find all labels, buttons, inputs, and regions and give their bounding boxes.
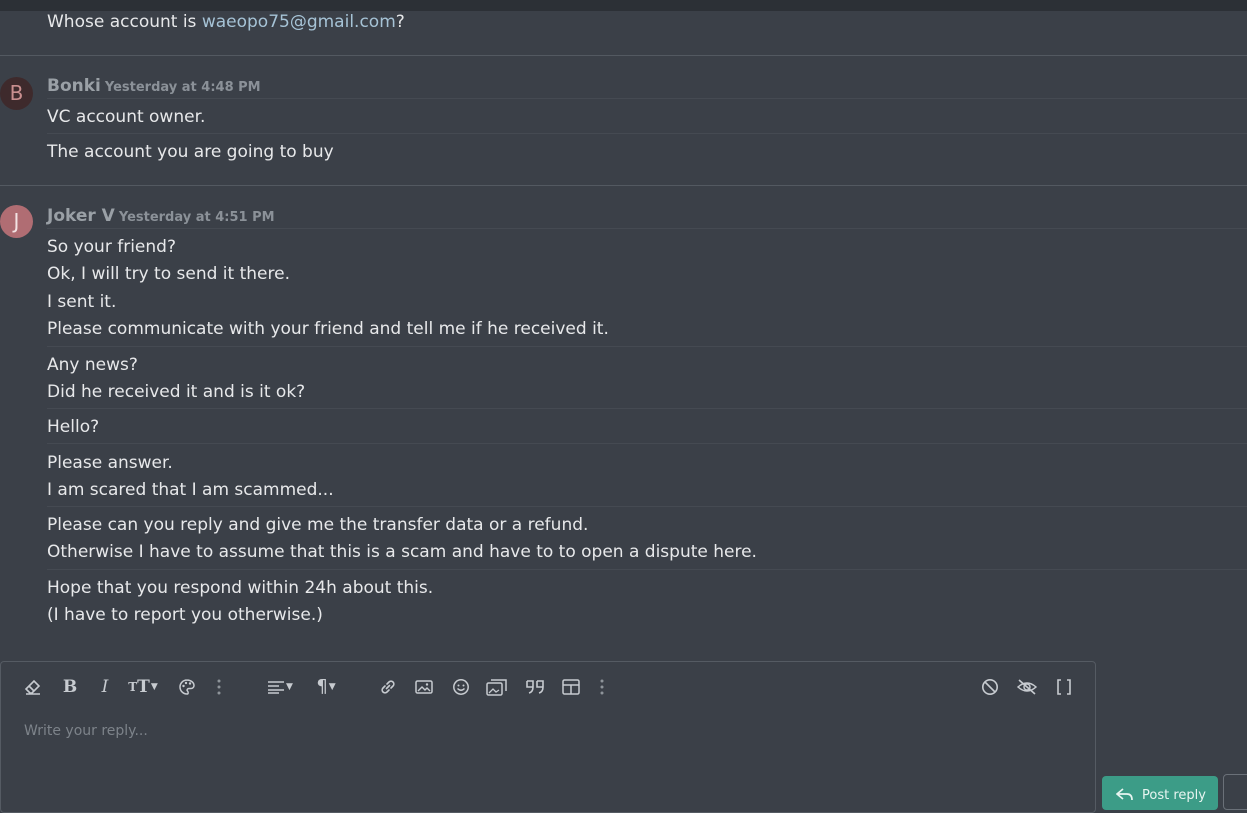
message-line: (I have to report you otherwise.) (47, 605, 323, 625)
top-bar (0, 0, 1247, 11)
brackets-icon[interactable] (1053, 676, 1075, 698)
text-size-icon[interactable]: T T ▼ (126, 676, 160, 698)
divider (47, 133, 1247, 134)
reply-editor[interactable] (0, 661, 1096, 813)
message-line: Ok, I will try to send it there. (47, 264, 290, 284)
post-reply-label: Post reply (1142, 788, 1206, 803)
message-line: Whose account is waeopo75@gmail.com? (47, 12, 405, 32)
message-line: Please answer. (47, 453, 173, 473)
palette-icon[interactable] (176, 676, 198, 698)
media-icon[interactable] (485, 676, 509, 698)
paragraph-icon[interactable]: ¶ ▼ (309, 676, 343, 698)
email-link[interactable]: waeopo75@gmail.com (202, 12, 396, 32)
bold-icon[interactable]: B (60, 676, 80, 698)
divider (47, 506, 1247, 507)
message-line: Any news? (47, 355, 138, 375)
author-name[interactable]: Joker V (47, 206, 115, 226)
chevron-down-icon: ▼ (328, 682, 336, 692)
chevron-down-icon: ▼ (150, 682, 158, 692)
message-line: VC account owner. (47, 107, 206, 127)
chevron-down-icon: ▼ (286, 682, 293, 692)
align-icon[interactable]: ▼ (263, 676, 297, 698)
post-timestamp[interactable]: Yesterday at 4:51 PM (119, 210, 275, 225)
post-header: Bonki Yesterday at 4:48 PM (47, 76, 261, 96)
more-icon[interactable] (595, 676, 609, 698)
italic-icon[interactable]: I (95, 676, 115, 698)
divider (47, 408, 1247, 409)
message-line: I am scared that I am scammed... (47, 480, 334, 500)
table-icon[interactable] (560, 676, 582, 698)
reply-input[interactable]: Write your reply... (24, 723, 148, 739)
more-options-button[interactable] (1223, 774, 1247, 810)
avatar[interactable]: B (0, 77, 33, 110)
divider (47, 98, 1247, 99)
post-divider (0, 185, 1247, 186)
avatar[interactable]: J (0, 205, 33, 238)
divider (47, 443, 1247, 444)
divider (47, 228, 1247, 229)
message-line: Did he received it and is it ok? (47, 382, 306, 402)
message-line: The account you are going to buy (47, 142, 334, 162)
reply-icon (1115, 788, 1134, 806)
image-icon[interactable] (413, 676, 435, 698)
message-line: Please communicate with your friend and … (47, 319, 609, 339)
post-timestamp[interactable]: Yesterday at 4:48 PM (105, 80, 261, 95)
post-header: Joker V Yesterday at 4:51 PM (47, 206, 275, 226)
divider (47, 569, 1247, 570)
message-line: Hope that you respond within 24h about t… (47, 578, 434, 598)
message-line: So your friend? (47, 237, 176, 257)
hide-icon[interactable] (1015, 676, 1039, 698)
message-line: Please can you reply and give me the tra… (47, 515, 589, 535)
quote-icon[interactable] (523, 676, 547, 698)
post-divider (0, 55, 1247, 56)
message-line: I sent it. (47, 292, 117, 312)
message-line: Otherwise I have to assume that this is … (47, 542, 757, 562)
eraser-icon[interactable] (22, 676, 44, 698)
message-line: Hello? (47, 417, 100, 437)
cancel-icon[interactable] (979, 676, 1001, 698)
post-reply-button[interactable]: Post reply (1102, 776, 1218, 810)
author-name[interactable]: Bonki (47, 76, 101, 96)
link-icon[interactable] (377, 676, 399, 698)
more-icon[interactable] (212, 676, 226, 698)
smiley-icon[interactable] (450, 676, 472, 698)
divider (47, 346, 1247, 347)
